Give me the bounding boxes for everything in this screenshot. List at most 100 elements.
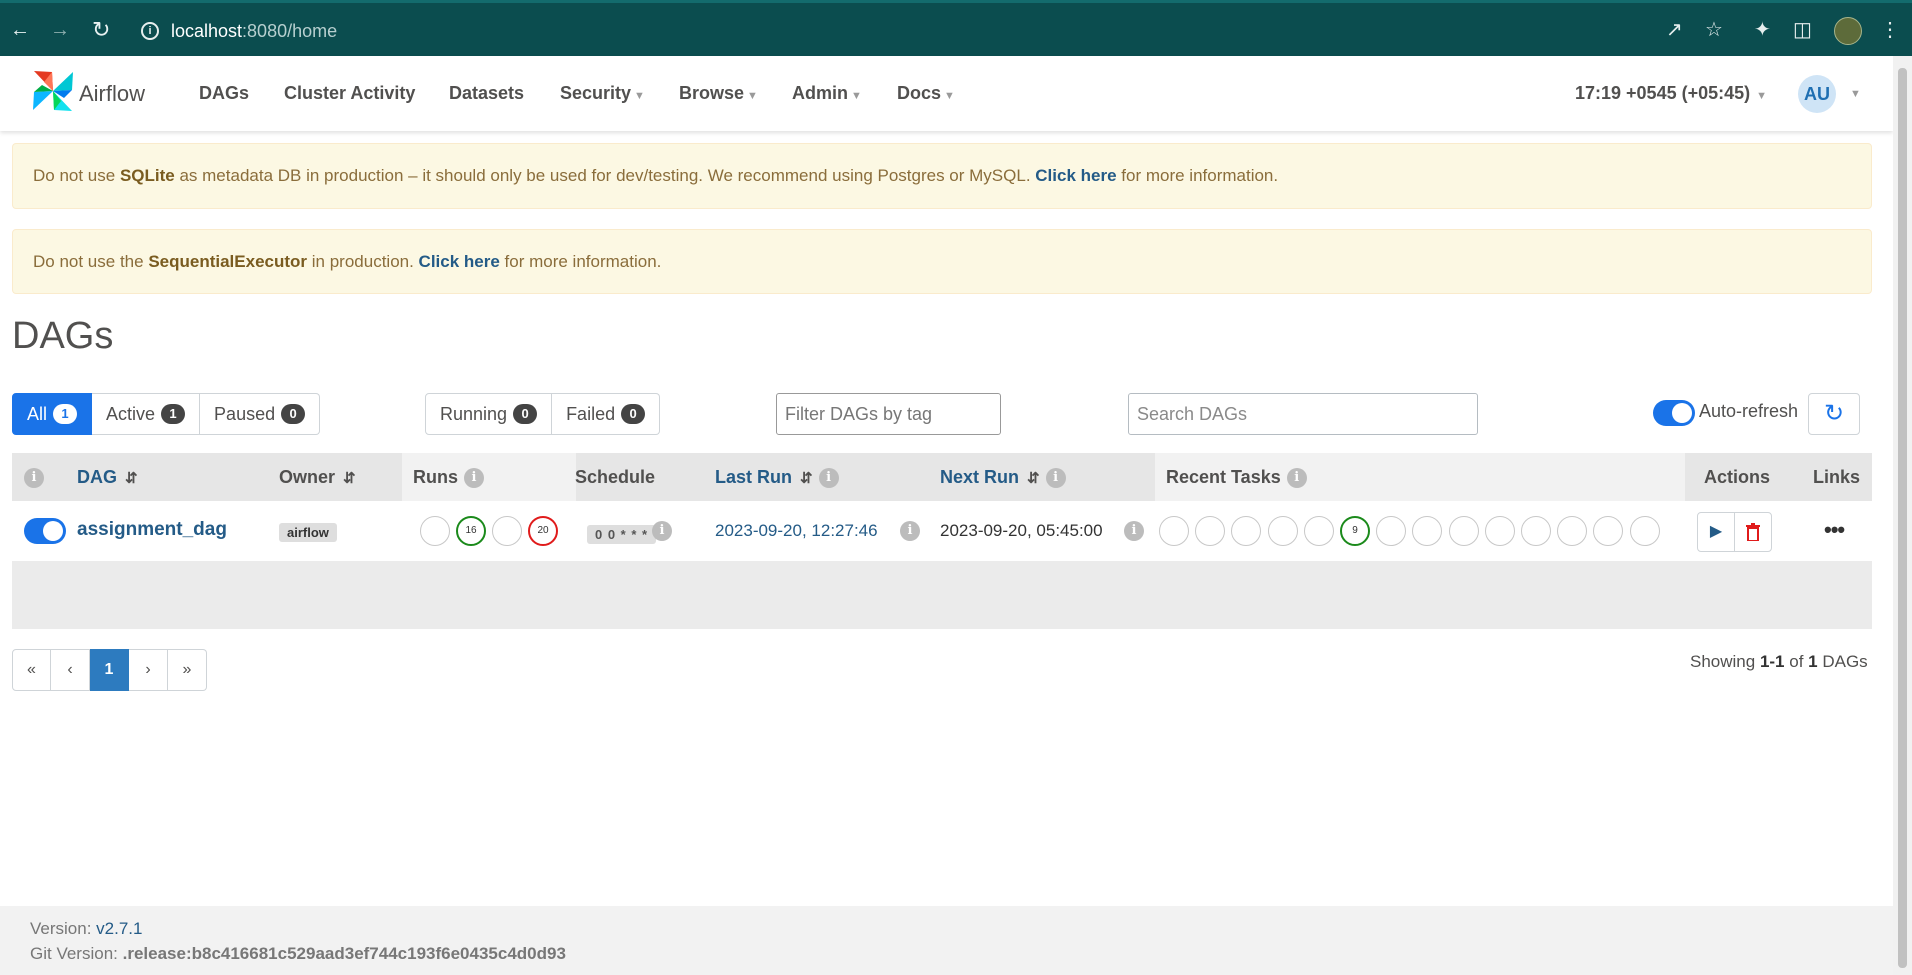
share-icon[interactable]: ↗ [1666, 19, 1683, 41]
delete-dag-button[interactable] [1734, 512, 1772, 552]
nav-browse-label: Browse [679, 83, 745, 103]
nav-docs[interactable]: Docs ▼ [897, 83, 955, 104]
filter-paused[interactable]: Paused 0 [200, 393, 321, 435]
header-last-run[interactable]: Last Run ⇵ i [715, 453, 839, 501]
trigger-dag-button[interactable]: ▶ [1697, 512, 1735, 552]
auto-refresh-label: Auto-refresh [1699, 401, 1799, 421]
alert-link[interactable]: Click here [1035, 166, 1116, 185]
nav-dags-label: DAGs [199, 83, 250, 103]
page-first[interactable]: « [12, 649, 51, 691]
count-badge: 0 [513, 404, 538, 424]
alert-link[interactable]: Click here [419, 252, 500, 271]
refresh-button[interactable]: ↻ [1808, 393, 1860, 435]
star-icon[interactable]: ☆ [1705, 19, 1723, 41]
task-state-circle[interactable] [1629, 516, 1660, 546]
dag-id-link[interactable]: assignment_dag [77, 519, 227, 541]
task-state-circle[interactable] [1376, 516, 1407, 546]
trash-icon [1746, 523, 1760, 542]
info-icon[interactable]: i [1045, 468, 1066, 489]
caret-down-icon[interactable]: ▼ [1850, 88, 1861, 100]
alert-bold: SQLite [119, 166, 175, 185]
nav-security-label: Security [560, 83, 632, 103]
task-state-circle[interactable] [1448, 516, 1479, 546]
task-state-circle[interactable] [1521, 516, 1551, 546]
filter-label: Running [440, 404, 508, 424]
browser-toolbar: ← → ↻ i localhost:8080/home ↗ ☆ ✦ ◫ ⋮ [0, 0, 1912, 56]
header-dag[interactable]: DAG ⇵ [77, 453, 138, 501]
caret-down-icon: ▼ [944, 90, 955, 102]
header-owner[interactable]: Owner ⇵ [279, 453, 356, 501]
extensions-icon[interactable]: ✦ [1754, 19, 1771, 41]
nav-dags[interactable]: DAGs [199, 83, 249, 104]
task-state-circle[interactable] [1267, 516, 1298, 546]
footer: Version: v2.7.1 Git Version: .release:b8… [0, 906, 1893, 975]
info-icon[interactable]: i [24, 453, 44, 501]
forward-arrow-icon[interactable]: → [50, 20, 70, 40]
airflow-logo-icon[interactable] [30, 68, 76, 114]
logo-text[interactable]: Airflow [79, 81, 145, 107]
task-state-circle[interactable] [1412, 516, 1443, 546]
links-menu-button[interactable]: ••• [1824, 517, 1845, 543]
task-state-circle[interactable] [1195, 516, 1226, 546]
tag-filter-input[interactable]: Filter DAGs by tag [776, 393, 1001, 435]
filter-active[interactable]: Active 1 [92, 393, 201, 435]
refresh-icon: ↻ [1823, 400, 1845, 427]
user-avatar[interactable]: AU [1798, 75, 1836, 113]
filter-all[interactable]: All 1 [12, 393, 93, 435]
task-state-circle[interactable] [1484, 516, 1515, 546]
header-next-run[interactable]: Next Run ⇵ i [940, 453, 1066, 501]
task-state-circle[interactable] [1231, 516, 1262, 546]
scrollbar-thumb[interactable] [1898, 68, 1907, 968]
owner-tag[interactable]: airflow [279, 523, 337, 542]
nav-admin[interactable]: Admin ▼ [792, 83, 862, 104]
info-icon[interactable]: i [652, 521, 672, 541]
info-icon[interactable]: i [900, 521, 920, 541]
profile-icon[interactable] [1834, 17, 1862, 45]
run-state-circle[interactable]: 16 [456, 516, 486, 546]
timezone-dropdown[interactable]: 17:19 +0545 (+05:45) ▼ [1575, 83, 1767, 104]
count-badge: 0 [281, 404, 306, 424]
alert-sqlite: Do not use SQLite as metadata DB in prod… [12, 143, 1872, 209]
caret-down-icon: ▼ [634, 90, 645, 102]
dag-pause-toggle[interactable] [24, 518, 66, 544]
run-state-circle[interactable]: 20 [528, 516, 558, 546]
page-current[interactable]: 1 [90, 649, 129, 691]
auto-refresh-toggle[interactable] [1653, 400, 1695, 426]
info-icon[interactable]: i [1286, 468, 1307, 489]
task-state-circle[interactable] [1593, 516, 1624, 546]
address-bar[interactable]: i localhost:8080/home [127, 11, 1637, 51]
nav-security[interactable]: Security ▼ [560, 83, 645, 104]
search-dags-input[interactable]: Search DAGs [1128, 393, 1478, 435]
info-icon[interactable]: i [141, 22, 159, 40]
header-recent-tasks-label: Recent Tasks [1166, 467, 1281, 487]
task-state-circle[interactable] [1159, 516, 1189, 546]
reload-icon[interactable]: ↻ [92, 19, 110, 41]
sidepanel-icon[interactable]: ◫ [1793, 19, 1812, 41]
info-icon[interactable]: i [464, 468, 484, 489]
info-icon[interactable]: i [1124, 521, 1144, 541]
filter-label: Paused [214, 404, 276, 424]
version-link[interactable]: v2.7.1 [96, 919, 142, 938]
page-last[interactable]: » [168, 649, 207, 691]
task-state-circle[interactable] [1303, 516, 1334, 546]
showing-count: Showing 1-1 of 1 DAGs [1690, 652, 1868, 672]
page-scrollbar[interactable] [1893, 56, 1912, 975]
nav-datasets[interactable]: Datasets [449, 83, 524, 104]
page-next[interactable]: › [129, 649, 168, 691]
nav-cluster-activity[interactable]: Cluster Activity [284, 83, 415, 104]
header-owner-label: Owner [279, 467, 336, 487]
page-prev[interactable]: ‹ [51, 649, 90, 691]
menu-icon[interactable]: ⋮ [1880, 19, 1900, 41]
back-arrow-icon[interactable]: ← [10, 20, 30, 40]
schedule-tag[interactable]: 0 0 * * * [587, 525, 657, 544]
info-icon[interactable]: i [818, 468, 839, 489]
run-state-circle[interactable] [420, 516, 450, 546]
task-state-circle[interactable]: 9 [1340, 516, 1370, 546]
task-state-circle[interactable] [1557, 516, 1588, 546]
filter-failed[interactable]: Failed 0 [552, 393, 661, 435]
header-schedule-label: Schedule [575, 467, 656, 487]
last-run-link[interactable]: 2023-09-20, 12:27:46 [715, 521, 878, 541]
nav-browse[interactable]: Browse ▼ [679, 83, 758, 104]
filter-running[interactable]: Running 0 [425, 393, 553, 435]
run-state-circle[interactable] [492, 516, 522, 546]
